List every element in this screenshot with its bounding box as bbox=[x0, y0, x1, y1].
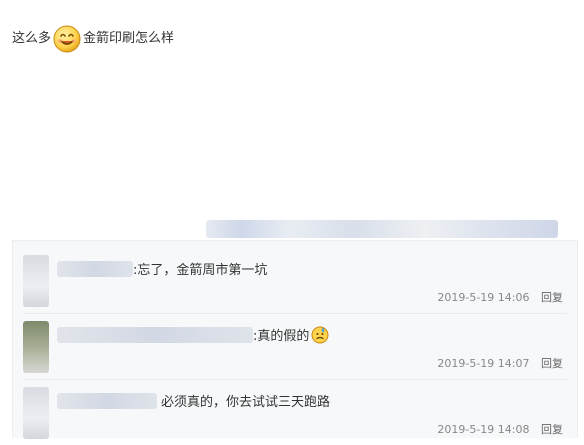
comment-time: 2019-5-19 14:07 bbox=[437, 357, 530, 370]
reply-button[interactable]: 回复 bbox=[541, 291, 563, 304]
post-text-after: 金箭印刷怎么样 bbox=[83, 31, 175, 46]
reply-button[interactable]: 回复 bbox=[541, 357, 563, 370]
comment-text-value: :真的假的 bbox=[253, 329, 310, 344]
comment-text: :真的假的 bbox=[253, 325, 329, 344]
comment-meta: 2019-5-19 14:08 回复 bbox=[437, 421, 563, 437]
avatar[interactable] bbox=[23, 321, 49, 373]
comment-item: :忘了，金箭周市第一坑 2019-5-19 14:06 回复 bbox=[23, 247, 567, 314]
blurred-content bbox=[206, 220, 558, 238]
commenter-name[interactable] bbox=[57, 393, 157, 409]
comment-item: 必须真的，你去试试三天跑路 2019-5-19 14:08 回复 bbox=[23, 379, 567, 445]
comment-item: :真的假的 2019-5-19 14:07 回复 bbox=[23, 313, 567, 380]
smile-emoji-icon bbox=[53, 25, 81, 53]
comment-time: 2019-5-19 14:08 bbox=[437, 423, 530, 436]
comment-text: 必须真的，你去试试三天跑路 bbox=[161, 395, 331, 410]
post-text: 这么多 金箭印刷怎么样 bbox=[12, 22, 174, 56]
commenter-name[interactable] bbox=[57, 327, 253, 343]
reply-button[interactable]: 回复 bbox=[541, 423, 563, 436]
avatar[interactable] bbox=[23, 255, 49, 307]
comment-list: :忘了，金箭周市第一坑 2019-5-19 14:06 回复 :真的假的 201… bbox=[12, 240, 578, 439]
avatar[interactable] bbox=[23, 387, 49, 439]
comment-text: :忘了，金箭周市第一坑 bbox=[133, 263, 268, 278]
post-text-before: 这么多 bbox=[12, 31, 52, 46]
comment-meta: 2019-5-19 14:07 回复 bbox=[437, 355, 563, 371]
comment-time: 2019-5-19 14:06 bbox=[437, 291, 530, 304]
commenter-name[interactable] bbox=[57, 261, 133, 277]
comment-meta: 2019-5-19 14:06 回复 bbox=[437, 289, 563, 305]
sweat-emoji-icon bbox=[311, 326, 329, 344]
